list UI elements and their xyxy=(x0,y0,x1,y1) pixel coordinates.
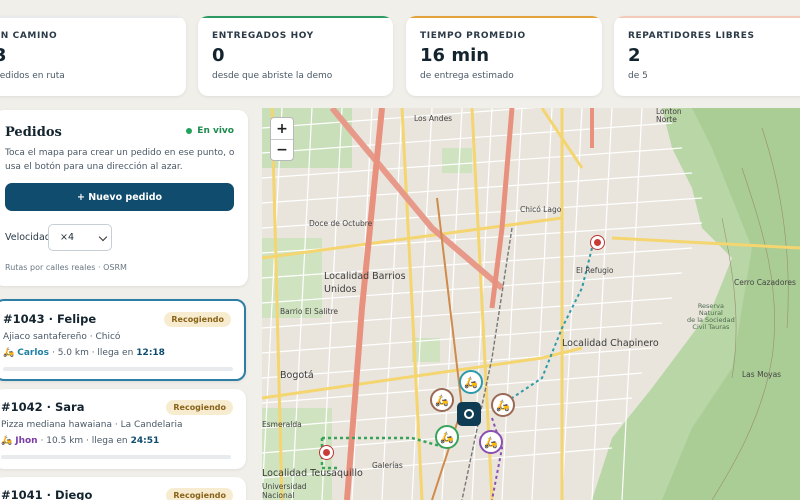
courier-marker[interactable]: 🛵 xyxy=(491,393,515,417)
help-text: Toca el mapa para crear un pedido en ese… xyxy=(5,148,235,172)
stat-value: 3 xyxy=(0,45,7,66)
zoom-out-button[interactable]: − xyxy=(271,139,293,160)
courier-marker[interactable]: 🛵 xyxy=(435,425,459,449)
order-distance: · 5.0 km · llega en xyxy=(51,348,134,358)
order-title: #1042 · Sara xyxy=(1,400,85,414)
card-accent xyxy=(0,16,186,18)
routes-note: Rutas por calles reales · OSRM xyxy=(5,263,127,272)
stat-label: ENTREGADOS HOY xyxy=(212,31,314,41)
stat-subtitle: desde que abriste la demo xyxy=(212,71,333,81)
stat-subtitle: de entrega estimado xyxy=(420,71,514,81)
stat-card-en-camino: EN CAMINO 3 pedidos en ruta xyxy=(0,16,186,96)
stat-label: TIEMPO PROMEDIO xyxy=(420,31,526,41)
delivery-progress-bar xyxy=(1,455,231,459)
map-label-chico-lago: Chicó Lago xyxy=(520,205,562,214)
chevron-down-icon xyxy=(98,232,108,242)
map-label-los-andes: Los Andes xyxy=(414,114,453,123)
stat-value: 16 min xyxy=(420,45,490,66)
stat-value: 2 xyxy=(628,45,641,66)
order-title: #1043 · Felipe xyxy=(3,312,97,326)
delivery-progress-bar xyxy=(3,367,233,371)
rider-name: Jhon xyxy=(15,436,38,446)
order-route: 🛵 Carlos · 5.0 km · llega en 12:18 xyxy=(3,348,165,358)
order-title: #1041 · Diego xyxy=(1,488,93,500)
stat-card-entregados-hoy: ENTREGADOS HOY 0 desde que abriste la de… xyxy=(198,16,393,96)
stat-label: REPARTIDORES LIBRES xyxy=(628,31,755,41)
status-badge: Recogiendo xyxy=(166,400,233,415)
order-distance: · 10.5 km · llega en xyxy=(40,436,128,446)
card-accent xyxy=(406,16,602,18)
restaurant-hub-icon[interactable] xyxy=(457,402,481,426)
map-label-bogota: Bogotá xyxy=(280,370,314,381)
stat-label: EN CAMINO xyxy=(0,31,58,41)
map-label-chapinero: Localidad Chapinero xyxy=(562,338,659,349)
delivery-map[interactable]: + − Los Andes Lonton Norte Chicó Lago Do… xyxy=(262,108,800,500)
map-label-lonton: Lonton Norte xyxy=(656,108,682,124)
map-label-el-salitre: Barrio El Salitre xyxy=(280,307,339,316)
courier-marker[interactable]: 🛵 xyxy=(459,370,483,394)
motorcycle-icon: 🛵 xyxy=(3,348,15,358)
order-eta: 12:18 xyxy=(136,348,165,358)
stat-card-tiempo-promedio: TIEMPO PROMEDIO 16 min de entrega estima… xyxy=(406,16,602,96)
zoom-controls: + − xyxy=(270,117,294,161)
panel-title: Pedidos xyxy=(5,125,62,140)
map-label-universidad: Universidad Nacional xyxy=(262,482,307,500)
speed-select[interactable]: ×4 xyxy=(48,224,112,251)
map-label-cerro-cazadores: Cerro Cazadores xyxy=(734,278,796,287)
map-label-las-moyas: Las Moyas xyxy=(742,370,782,379)
delivery-destination-pin[interactable] xyxy=(320,446,333,459)
map-label-galerias: Galerías xyxy=(372,461,403,470)
order-dish: Ajiaco santafereño · Chicó xyxy=(3,332,121,342)
card-accent xyxy=(198,16,393,18)
card-accent xyxy=(614,16,800,18)
map-label-el-refugio: El Refugio xyxy=(576,266,614,275)
stat-subtitle: de 5 xyxy=(628,71,648,81)
speed-value: ×4 xyxy=(60,232,75,243)
speed-label: Velocidad xyxy=(5,232,51,243)
live-indicator: En vivo xyxy=(186,126,234,136)
delivery-destination-pin[interactable] xyxy=(591,236,604,249)
courier-marker[interactable]: 🛵 xyxy=(430,388,454,412)
status-badge: Recogiendo xyxy=(166,488,233,500)
zoom-in-button[interactable]: + xyxy=(271,118,293,139)
new-order-button[interactable]: + Nuevo pedido xyxy=(5,183,234,211)
order-eta: 24:51 xyxy=(130,436,160,446)
order-card[interactable]: #1041 · Diego Recogiendo xyxy=(0,477,246,500)
status-badge: Recogiendo xyxy=(164,312,231,327)
stat-value: 0 xyxy=(212,45,225,66)
map-label-teusaquillo: Localidad Teusaquillo xyxy=(262,468,363,479)
rider-name: Carlos xyxy=(17,348,49,358)
orders-panel: Pedidos En vivo Toca el mapa para crear … xyxy=(0,110,248,286)
map-label-reserva: Reserva Natural de la Sociedad Civil Tau… xyxy=(687,302,735,331)
order-dish: Pizza mediana hawaiana · La Candelaria xyxy=(1,420,183,430)
map-label-barrios-unidos: Localidad Barrios Unidos xyxy=(324,271,406,295)
courier-marker[interactable]: 🛵 xyxy=(479,430,503,454)
live-dot-icon xyxy=(186,128,193,134)
stat-subtitle: pedidos en ruta xyxy=(0,71,65,81)
live-label: En vivo xyxy=(197,126,234,136)
order-card[interactable]: #1043 · Felipe Recogiendo Ajiaco santafe… xyxy=(0,299,246,381)
map-label-doce-octubre: Doce de Octubre xyxy=(309,219,373,228)
order-route: 🛵 Jhon · 10.5 km · llega en 24:51 xyxy=(1,436,159,446)
map-label-esmeralda: Esmeralda xyxy=(262,420,302,429)
stat-card-repartidores-libres: REPARTIDORES LIBRES 2 de 5 xyxy=(614,16,800,96)
order-card[interactable]: #1042 · Sara Recogiendo Pizza mediana ha… xyxy=(0,389,246,469)
motorcycle-icon: 🛵 xyxy=(1,436,13,446)
